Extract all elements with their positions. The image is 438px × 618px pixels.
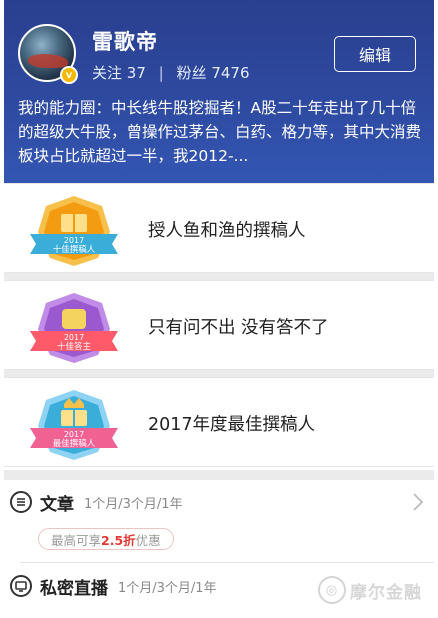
avatar[interactable]: v [18, 24, 78, 84]
honor-title: 2017年度最佳撰稿人 [148, 414, 316, 435]
following-count[interactable]: 37 [127, 64, 146, 82]
discount-suffix: 优惠 [135, 532, 161, 548]
stats-separator: | [158, 64, 164, 82]
article-service-period: 1个月/3个月/1年 [84, 496, 183, 512]
divider [20, 562, 434, 563]
live-service-period: 1个月/3个月/1年 [118, 580, 217, 596]
honor-card[interactable]: 2017 最佳撰稿人 2017年度最佳撰稿人 [4, 377, 434, 467]
section-gap [4, 273, 434, 280]
verified-badge-icon: v [60, 66, 78, 84]
moer-logo-icon: ◎ [318, 576, 346, 604]
discount-value: 2.5折 [101, 532, 136, 548]
badge-year: 2017 [64, 236, 84, 245]
article-service[interactable]: 文章 1个月/3个月/1年 最高可享 2.5折 优惠 [4, 482, 434, 562]
tv-icon [10, 575, 32, 597]
edit-button[interactable]: 编辑 [334, 36, 416, 72]
honor-title: 授人鱼和渔的撰稿人 [148, 220, 306, 241]
honor-card[interactable]: 2017 十佳撰稿人 授人鱼和渔的撰稿人 [4, 183, 434, 273]
badge-text: 十佳撰稿人 [53, 244, 96, 255]
followers-count[interactable]: 7476 [211, 64, 249, 82]
article-service-row[interactable]: 文章 1个月/3个月/1年 [4, 482, 434, 522]
section-gap [4, 370, 434, 377]
following-label: 关注 [92, 64, 123, 82]
watermark-text: 摩尔金融 [350, 582, 422, 603]
discount-prefix: 最高可享 [51, 532, 102, 548]
chevron-right-icon[interactable] [412, 492, 424, 512]
crown-book-badge-icon: 2017 最佳撰稿人 [30, 390, 118, 460]
honor-title: 只有问不出 没有答不了 [148, 317, 329, 338]
username: 雷歌帝 [92, 30, 158, 54]
discount-badge: 最高可享 2.5折 优惠 [38, 528, 174, 550]
badge-text: 最佳撰稿人 [53, 438, 96, 449]
honor-card[interactable]: 2017 十佳答主 只有问不出 没有答不了 [4, 280, 434, 370]
profile-header: v 雷歌帝 关注 37 | 粉丝 7476 编辑 我的能力圈：中长线牛股挖掘者！… [4, 0, 434, 183]
document-icon [10, 491, 32, 513]
answer-badge-icon: 2017 十佳答主 [30, 293, 118, 363]
badge-text: 十佳答主 [57, 341, 92, 352]
book-badge-icon: 2017 十佳撰稿人 [30, 196, 118, 266]
follow-stats: 关注 37 | 粉丝 7476 [92, 62, 250, 83]
bio-text[interactable]: 我的能力圈：中长线牛股挖掘者！A股二十年走出了几十倍的超级大牛股，曾操作过茅台、… [18, 96, 426, 168]
followers-label: 粉丝 [176, 64, 207, 82]
watermark: ◎ 摩尔金融 [318, 576, 422, 604]
section-gap [4, 470, 434, 480]
article-service-name: 文章 [40, 494, 74, 515]
live-service-name: 私密直播 [40, 578, 108, 599]
badge-year: 2017 [64, 430, 84, 439]
honor-list: 2017 十佳撰稿人 授人鱼和渔的撰稿人 2017 十佳答主 只有问不出 没有答… [4, 183, 434, 467]
badge-year: 2017 [64, 333, 84, 342]
